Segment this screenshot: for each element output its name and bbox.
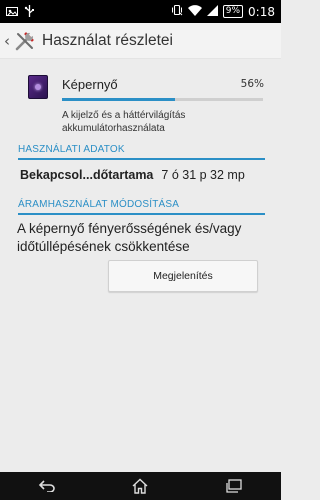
usb-debugging-icon	[24, 2, 35, 21]
recent-apps-button[interactable]	[214, 472, 254, 500]
screen-usage-item: Képernyő 56% A kijelző és a háttérvilágí…	[0, 65, 281, 137]
back-button[interactable]	[27, 472, 67, 500]
settings-tools-icon[interactable]	[14, 30, 36, 52]
screen-description: A kijelző és a háttérvilágítás akkumulát…	[62, 110, 186, 134]
back-chevron-icon[interactable]: ‹	[2, 32, 12, 50]
display-settings-button[interactable]: Megjelenítés	[108, 260, 258, 292]
action-bar: ‹ Használat részletei	[0, 23, 281, 59]
navigation-bar	[0, 472, 281, 500]
usage-data-header: HASZNÁLATI ADATOK	[18, 144, 265, 160]
power-suggestion-text: A képernyő fényerősségének és/vagy időtú…	[17, 221, 242, 254]
screen-label: Képernyő	[62, 77, 118, 92]
home-button[interactable]	[120, 472, 160, 500]
clock: 0:18	[248, 4, 275, 19]
usage-details-content: Képernyő 56% A kijelző és a háttérvilágí…	[0, 60, 281, 472]
wifi-icon	[187, 4, 202, 19]
signal-icon	[206, 4, 218, 19]
status-bar: 9% 0:18	[0, 0, 281, 23]
recent-apps-icon	[226, 479, 242, 493]
power-adjust-header: ÁRAMHASZNÁLAT MÓDOSÍTÁSA	[18, 199, 265, 215]
usage-data-row: Bekapcsol...dőtartama 7 ó 31 p 32 mp	[20, 168, 270, 182]
home-icon	[133, 478, 148, 494]
screen-usage-progress	[62, 98, 263, 101]
screen-icon	[28, 75, 48, 99]
battery-indicator: 9%	[222, 5, 244, 18]
back-arrow-icon	[38, 480, 55, 492]
screen-on-time-value: 7 ó 31 p 32 mp	[161, 168, 245, 182]
page-title: Használat részletei	[42, 31, 173, 49]
screenshot-notification-icon	[6, 2, 18, 21]
screen-on-time-label: Bekapcsol...dőtartama	[20, 168, 154, 182]
screen-percent: 56%	[240, 78, 264, 90]
screen-usage-progress-fill	[62, 98, 175, 101]
vibrate-icon	[171, 4, 183, 19]
